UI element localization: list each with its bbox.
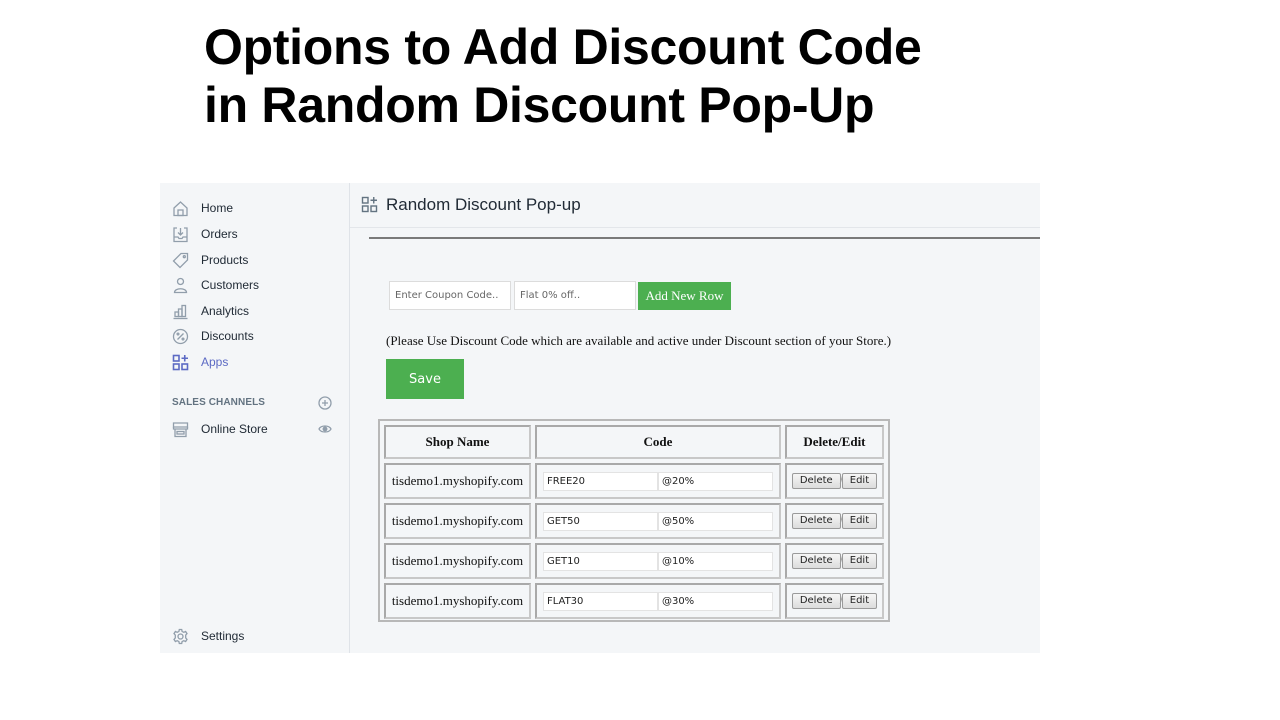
store-icon	[171, 420, 189, 438]
discount-value-field[interactable]: @20%	[657, 471, 773, 491]
coupon-code-field[interactable]: FREE20	[542, 471, 658, 491]
page-header: Random Discount Pop-up	[350, 183, 1040, 228]
column-header-delete-edit: Delete/Edit	[784, 425, 884, 459]
home-icon	[171, 199, 189, 217]
sidebar-item-label: Analytics	[201, 304, 250, 318]
shop-name-cell: tisdemo1.myshopify.com	[384, 503, 531, 539]
discount-value-field[interactable]: @10%	[657, 551, 773, 571]
discount-value-input[interactable]	[514, 281, 636, 310]
apps-icon	[171, 353, 189, 371]
sidebar-item-label: Customers	[201, 278, 260, 292]
tag-icon	[171, 251, 189, 269]
delete-button[interactable]: Delete	[791, 472, 841, 489]
table-row: tisdemo1.myshopify.com FREE20 @20% Delet…	[384, 463, 884, 499]
shop-name-cell: tisdemo1.myshopify.com	[384, 463, 531, 499]
sidebar-item-apps[interactable]: Apps	[160, 350, 350, 374]
sidebar-item-analytics[interactable]: Analytics	[160, 299, 350, 323]
sidebar-item-label: Apps	[201, 355, 229, 369]
delete-button[interactable]: Delete	[791, 552, 841, 569]
sidebar-item-products[interactable]: Products	[160, 248, 350, 272]
table-header-row: Shop Name Code Delete/Edit	[384, 425, 884, 459]
coupon-code-field[interactable]: GET50	[542, 511, 658, 531]
orders-icon	[171, 225, 189, 243]
table-row: tisdemo1.myshopify.com GET50 @50% Delete…	[384, 503, 884, 539]
actions-cell: Delete/Edit	[784, 463, 884, 499]
sidebar-item-label: Products	[201, 253, 249, 267]
main-content: Random Discount Pop-up Add New Row (Plea…	[350, 183, 1040, 653]
actions-cell: Delete/Edit	[784, 583, 884, 619]
code-cell: GET10 @10%	[534, 543, 781, 579]
view-store-eye-icon[interactable]	[317, 421, 333, 437]
headline-line-2: in Random Discount Pop-Up	[204, 77, 875, 133]
edit-button[interactable]: Edit	[841, 472, 878, 489]
sidebar-item-label: Settings	[201, 629, 245, 643]
code-cell: GET50 @50%	[534, 503, 781, 539]
coupon-code-input[interactable]	[389, 281, 511, 310]
sidebar-item-home[interactable]: Home	[160, 196, 350, 220]
coupon-code-field[interactable]: GET10	[542, 551, 658, 571]
user-icon	[171, 276, 189, 294]
actions-cell: Delete/Edit	[784, 503, 884, 539]
bar-chart-icon	[171, 302, 189, 320]
gear-icon	[171, 627, 189, 645]
discount-value-field[interactable]: @50%	[657, 511, 773, 531]
sidebar-item-discounts[interactable]: Discounts	[160, 324, 350, 348]
sidebar: Home Orders Products Customers Analytics	[160, 183, 350, 653]
save-button[interactable]: Save	[386, 359, 464, 399]
apps-icon	[361, 196, 378, 218]
sidebar-item-orders[interactable]: Orders	[160, 222, 350, 246]
discount-code-note: (Please Use Discount Code which are avai…	[386, 333, 892, 348]
edit-button[interactable]: Edit	[841, 592, 878, 609]
delete-button[interactable]: Delete	[791, 592, 841, 609]
sidebar-item-label: Discounts	[201, 329, 254, 343]
discount-codes-table: Shop Name Code Delete/Edit tisdemo1.mysh…	[378, 419, 890, 622]
add-new-row-button[interactable]: Add New Row	[638, 282, 731, 310]
column-header-code: Code	[534, 425, 781, 459]
coupon-code-field[interactable]: FLAT30	[542, 591, 658, 611]
sidebar-item-label: Home	[201, 201, 234, 215]
add-sales-channel-icon[interactable]	[317, 395, 333, 411]
table-row: tisdemo1.myshopify.com GET10 @10% Delete…	[384, 543, 884, 579]
headline: Options to Add Discount Code in Random D…	[204, 18, 922, 134]
page-title: Random Discount Pop-up	[386, 195, 581, 214]
sales-channels-title: SALES CHANNELS	[172, 397, 266, 408]
edit-button[interactable]: Edit	[841, 512, 878, 529]
discount-value-field[interactable]: @30%	[657, 591, 773, 611]
code-cell: FLAT30 @30%	[534, 583, 781, 619]
divider	[369, 237, 1040, 239]
delete-button[interactable]: Delete	[791, 512, 841, 529]
shop-name-cell: tisdemo1.myshopify.com	[384, 583, 531, 619]
shop-name-cell: tisdemo1.myshopify.com	[384, 543, 531, 579]
column-header-shop-name: Shop Name	[384, 425, 531, 459]
table-row: tisdemo1.myshopify.com FLAT30 @30% Delet…	[384, 583, 884, 619]
sidebar-item-settings[interactable]: Settings	[160, 624, 350, 648]
actions-cell: Delete/Edit	[784, 543, 884, 579]
sidebar-item-label: Orders	[201, 227, 238, 241]
headline-line-1: Options to Add Discount Code	[204, 19, 922, 75]
sidebar-item-customers[interactable]: Customers	[160, 273, 350, 297]
sidebar-item-label: Online Store	[201, 422, 268, 436]
discount-icon	[171, 327, 189, 345]
edit-button[interactable]: Edit	[841, 552, 878, 569]
admin-app: Home Orders Products Customers Analytics	[160, 183, 1040, 653]
code-cell: FREE20 @20%	[534, 463, 781, 499]
